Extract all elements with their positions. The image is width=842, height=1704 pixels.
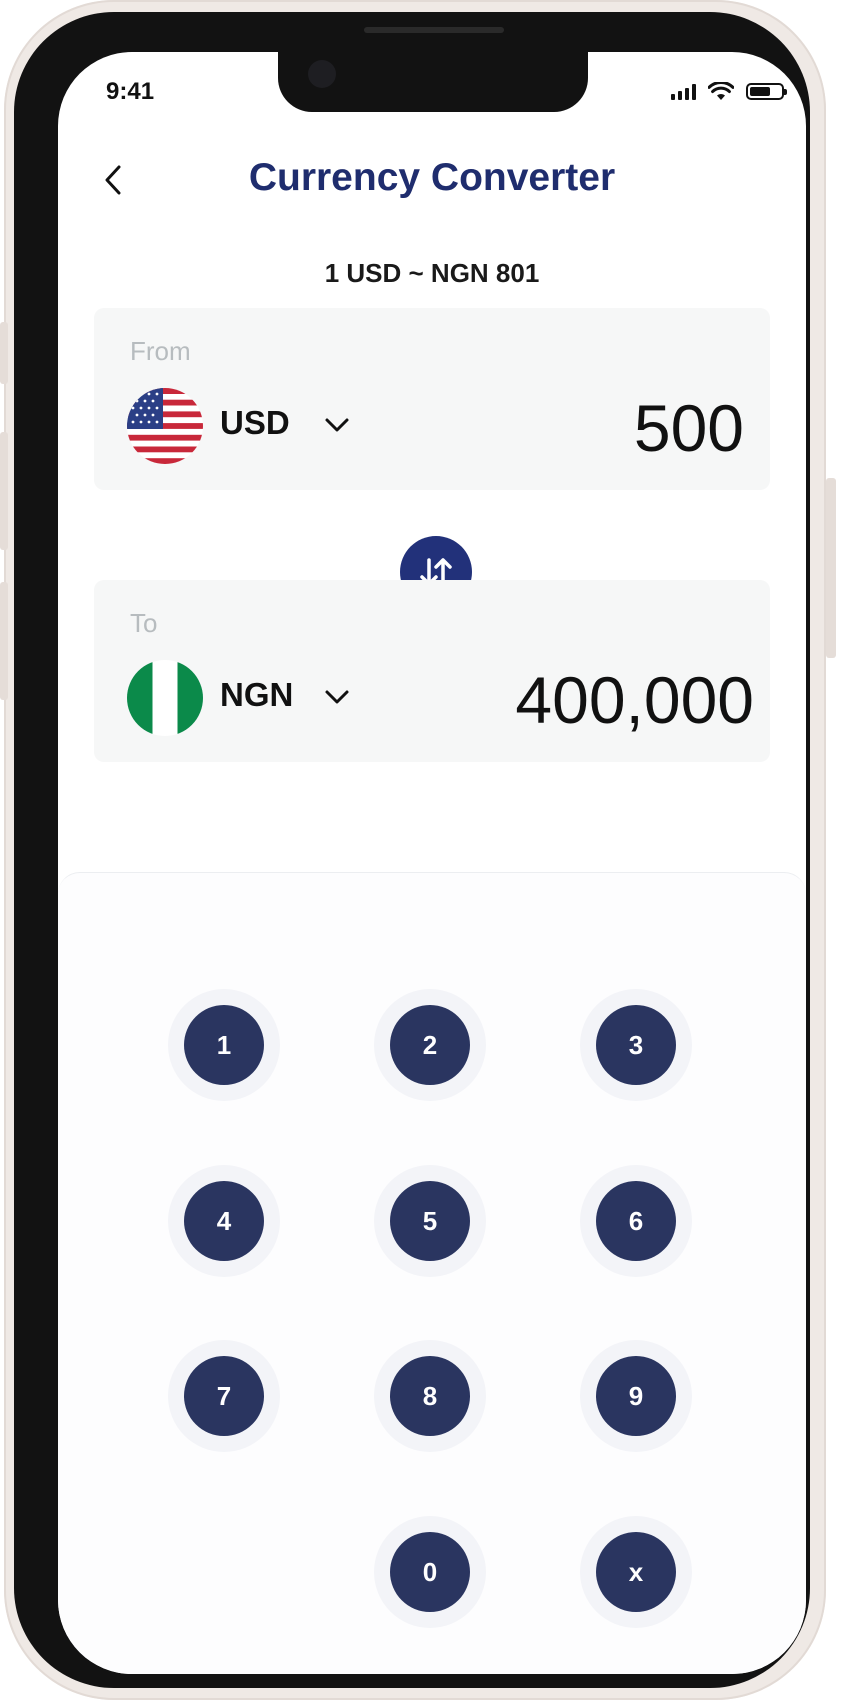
key-delete[interactable]: x [580, 1516, 692, 1628]
from-currency-card: From USD 500 [94, 308, 770, 490]
to-currency-chevron-down-icon[interactable] [324, 688, 350, 706]
key-9[interactable]: 9 [580, 1340, 692, 1452]
key-4[interactable]: 4 [168, 1165, 280, 1277]
from-currency-chevron-down-icon[interactable] [324, 416, 350, 434]
nigeria-flag-icon [127, 660, 203, 736]
phone-volume-up-button [0, 432, 8, 550]
wifi-icon [708, 82, 734, 100]
page-title: Currency Converter [248, 156, 616, 199]
to-currency-code[interactable]: NGN [220, 676, 293, 714]
app-screen: 9:41 Currency Converter 1 USD ~ NGN 801 … [58, 52, 806, 1674]
phone-power-button [826, 478, 836, 658]
battery-icon [746, 83, 787, 100]
key-7[interactable]: 7 [168, 1340, 280, 1452]
cellular-signal-icon [671, 83, 696, 100]
front-camera [308, 60, 336, 88]
status-time: 9:41 [106, 78, 155, 105]
key-8[interactable]: 8 [374, 1340, 486, 1452]
from-amount[interactable]: 500 [634, 390, 744, 466]
key-2[interactable]: 2 [374, 989, 486, 1101]
phone-volume-down-button [0, 582, 8, 700]
phone-silent-switch [0, 322, 8, 384]
to-currency-card: To NGN 400,000 [94, 580, 770, 762]
to-amount: 400,000 [515, 663, 754, 737]
key-0[interactable]: 0 [374, 1516, 486, 1628]
key-5[interactable]: 5 [374, 1165, 486, 1277]
phone-speaker [364, 27, 504, 33]
key-3[interactable]: 3 [580, 989, 692, 1101]
key-6[interactable]: 6 [580, 1165, 692, 1277]
notch [278, 52, 588, 112]
phone-bezel: 9:41 Currency Converter 1 USD ~ NGN 801 … [14, 12, 810, 1688]
exchange-rate-text: 1 USD ~ NGN 801 [324, 258, 540, 288]
to-label: To [130, 608, 158, 638]
from-label: From [130, 336, 191, 366]
us-flag-icon [127, 388, 203, 464]
numeric-keypad: 1 2 3 4 5 6 7 8 9 0 x [58, 872, 806, 1674]
from-currency-code[interactable]: USD [220, 404, 290, 442]
status-icons [671, 82, 787, 101]
key-1[interactable]: 1 [168, 989, 280, 1101]
